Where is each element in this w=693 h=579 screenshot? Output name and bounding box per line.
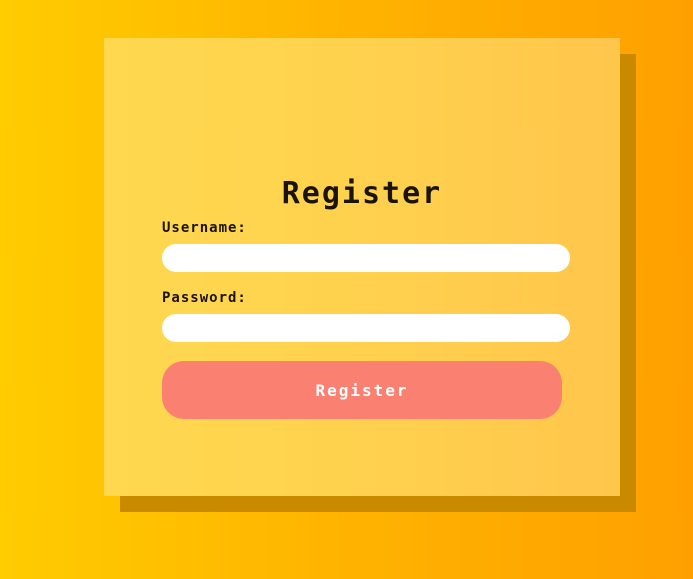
register-button[interactable]: Register	[162, 361, 562, 419]
username-label: Username:	[162, 220, 247, 236]
password-input[interactable]	[162, 314, 570, 342]
register-card: Register Username: Password: Register	[104, 38, 620, 496]
page-title: Register	[281, 176, 443, 211]
password-label: Password:	[162, 290, 247, 306]
username-input[interactable]	[162, 244, 570, 272]
